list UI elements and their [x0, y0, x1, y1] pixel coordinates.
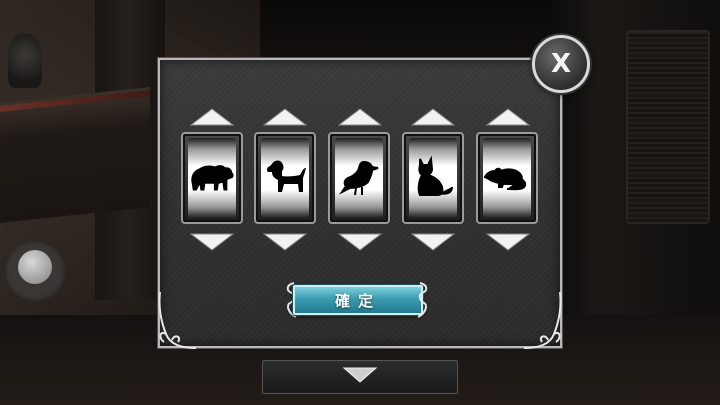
reel-2-down-button[interactable]: [262, 232, 308, 252]
bottom-menu-tab[interactable]: [262, 360, 458, 394]
reel-5-down-button[interactable]: [485, 232, 531, 252]
reel-1-down-button[interactable]: [189, 232, 235, 252]
chevron-down-icon: [342, 366, 378, 388]
confirm-button[interactable]: 確定: [293, 285, 423, 315]
virtual-joystick[interactable]: [4, 240, 66, 302]
reel-3-down-button[interactable]: [337, 232, 383, 252]
cabinet-grille: [626, 30, 710, 224]
rat-icon: [483, 167, 527, 191]
reel-face: [409, 138, 457, 218]
reel-face: [483, 138, 531, 218]
reel-5[interactable]: [476, 132, 538, 224]
bear-icon: [191, 165, 234, 191]
ornament-icon: [158, 291, 197, 349]
reel-3[interactable]: [328, 132, 390, 224]
cat-icon: [417, 155, 453, 196]
reel-1[interactable]: [181, 132, 243, 224]
bird-icon: [339, 160, 379, 196]
reel-face: [261, 138, 309, 218]
reel-3-up-button[interactable]: [337, 107, 383, 127]
reel-4[interactable]: [402, 132, 464, 224]
scroll-ornament-icon: [417, 282, 428, 318]
ornament-icon: [523, 291, 562, 349]
reel-5-up-button[interactable]: [485, 107, 531, 127]
reel-1-up-button[interactable]: [189, 107, 235, 127]
dog-icon: [266, 160, 306, 192]
close-button[interactable]: X: [532, 35, 590, 93]
reel-face: [188, 138, 236, 218]
joystick-knob[interactable]: [18, 250, 52, 284]
reel-face: [335, 138, 383, 218]
reel-2[interactable]: [254, 132, 316, 224]
lamp: [8, 34, 42, 88]
reel-4-down-button[interactable]: [410, 232, 456, 252]
reel-2-up-button[interactable]: [262, 107, 308, 127]
reel-4-up-button[interactable]: [410, 107, 456, 127]
